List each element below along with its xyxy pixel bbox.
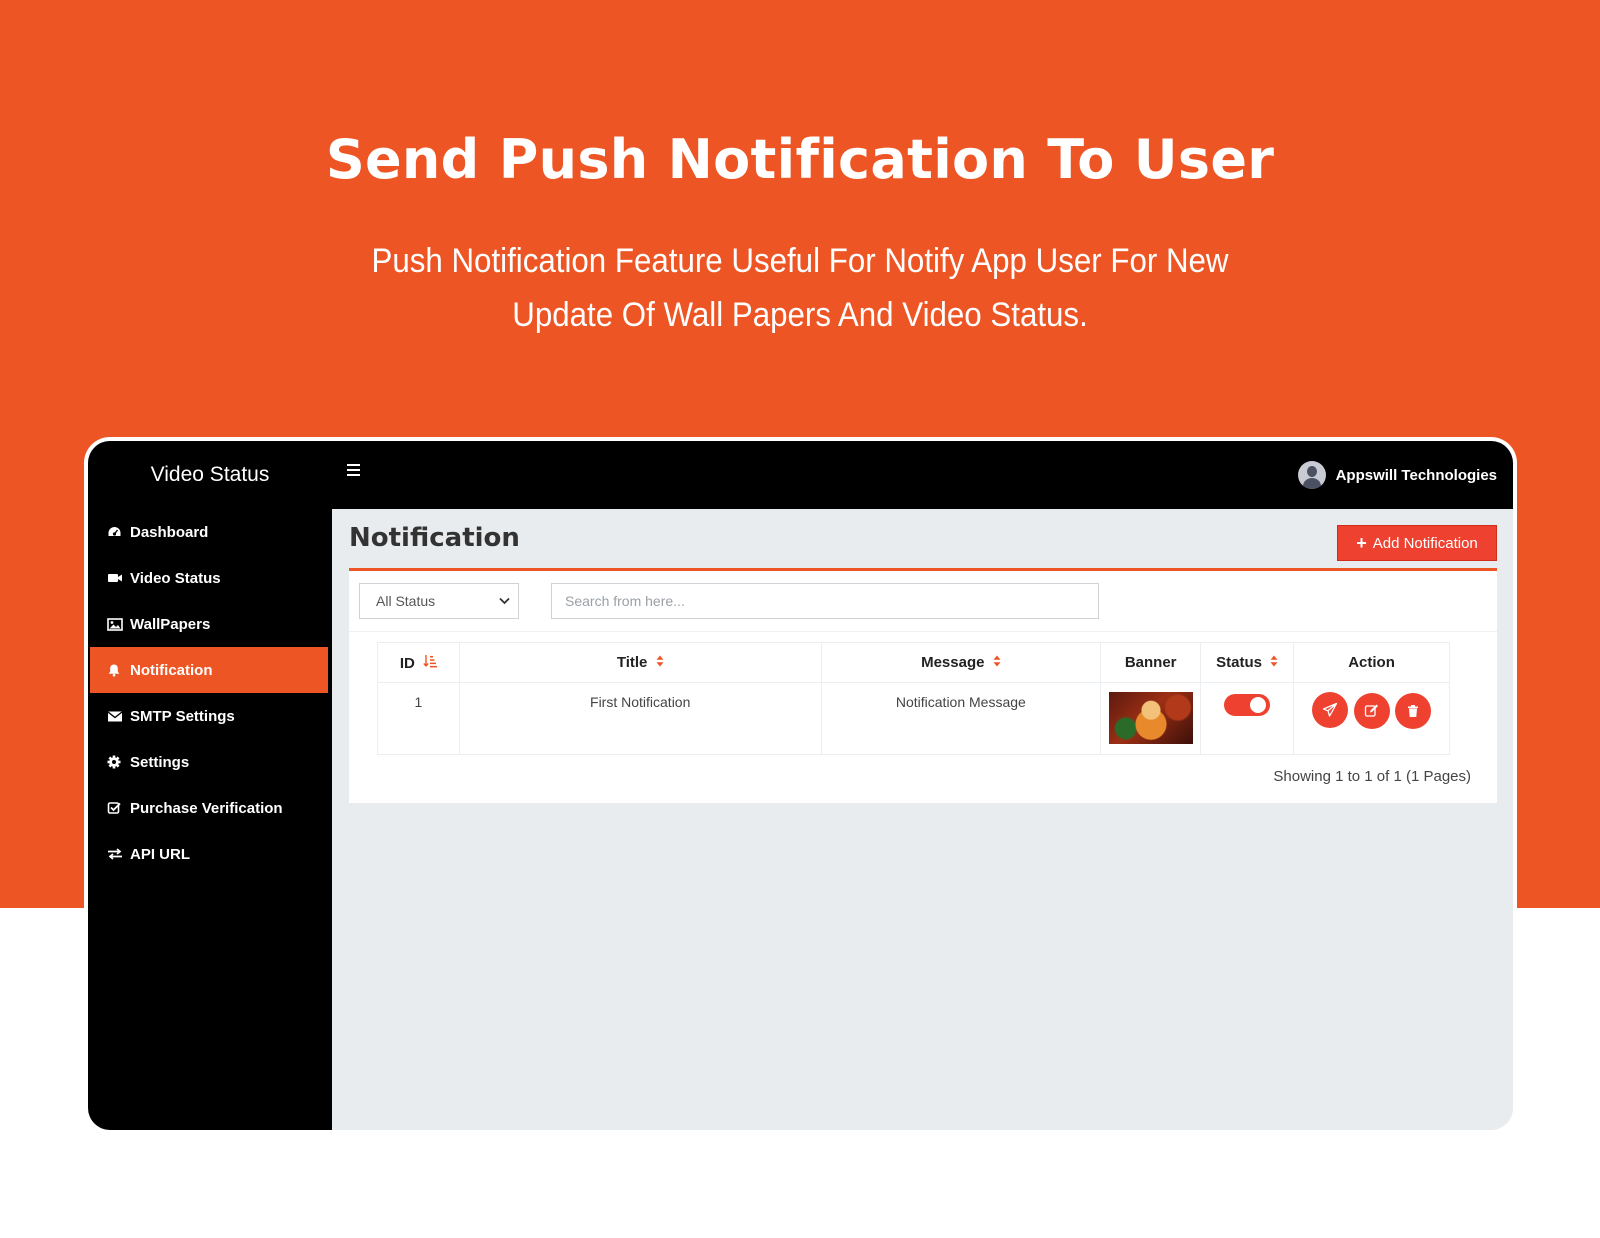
table-row: 1 First Notification Notification Messag…	[377, 682, 1450, 755]
cell-action	[1293, 682, 1450, 755]
pagination-summary: Showing 1 to 1 of 1 (1 Pages)	[1273, 768, 1471, 785]
sidebar-item-smtp-settings[interactable]: SMTP Settings	[90, 693, 328, 739]
table-header-row: ID Title Message Banner Status Action	[377, 642, 1450, 683]
hero-title: Send Push Notification To User	[325, 128, 1275, 191]
avatar	[1297, 461, 1326, 489]
add-notification-label: Add Notification	[1372, 534, 1478, 552]
column-header-title[interactable]: Title	[458, 642, 822, 683]
sidebar: Dashboard Video Status WallPapers Notifi…	[88, 509, 332, 1130]
video-icon	[107, 571, 123, 585]
sidebar-item-wallpapers[interactable]: WallPapers	[90, 601, 328, 647]
notification-panel: All Status ID	[349, 571, 1497, 803]
sidebar-item-label: Settings	[130, 753, 190, 771]
cell-status	[1200, 682, 1295, 755]
sort-icon	[1270, 655, 1278, 670]
column-header-id[interactable]: ID	[377, 642, 460, 683]
edit-icon	[1364, 704, 1379, 717]
trash-icon	[1408, 705, 1419, 717]
status-filter-value: All Status	[376, 593, 436, 609]
gear-icon	[107, 755, 123, 769]
column-header-label: ID	[399, 654, 415, 672]
sidebar-item-label: API URL	[130, 845, 190, 863]
column-header-label: Banner	[1124, 654, 1177, 671]
sidebar-item-video-status[interactable]: Video Status	[90, 555, 328, 601]
app-brand[interactable]: Video Status	[88, 441, 332, 509]
column-header-banner: Banner	[1100, 642, 1202, 683]
plus-icon: +	[1356, 532, 1367, 553]
hamburger-icon-svg	[347, 464, 360, 476]
envelope-icon	[107, 709, 123, 723]
status-toggle[interactable]	[1224, 694, 1271, 716]
column-header-label: Status	[1216, 654, 1262, 671]
check-square-icon	[107, 801, 123, 815]
column-header-action: Action	[1293, 642, 1450, 683]
sidebar-item-label: Notification	[130, 661, 213, 679]
search-input[interactable]	[551, 583, 1099, 619]
sidebar-item-label: WallPapers	[130, 615, 211, 633]
send-button[interactable]	[1311, 692, 1348, 728]
chevron-down-icon	[499, 594, 510, 608]
sidebar-item-settings[interactable]: Settings	[90, 739, 328, 785]
exchange-icon	[107, 847, 123, 861]
top-bar: Video Status Appswill Technologies	[88, 441, 1513, 509]
sort-icon	[656, 655, 664, 670]
sidebar-item-purchase-verification[interactable]: Purchase Verification	[90, 785, 328, 831]
column-header-status[interactable]: Status	[1200, 642, 1295, 683]
sidebar-item-dashboard[interactable]: Dashboard	[90, 509, 328, 555]
column-header-message[interactable]: Message	[820, 642, 1102, 683]
page-title: Notification	[349, 523, 520, 553]
cell-message: Notification Message	[820, 682, 1102, 755]
sort-icon	[993, 655, 1001, 670]
banner-image[interactable]	[1108, 692, 1193, 744]
cell-id: 1	[377, 682, 460, 755]
column-header-label: Title	[616, 654, 648, 671]
sidebar-item-notification[interactable]: Notification	[90, 647, 328, 693]
column-header-label: Message	[921, 654, 985, 671]
delete-button[interactable]	[1395, 693, 1432, 729]
main-content: Notification + Add Notification All Stat…	[332, 509, 1513, 1130]
add-notification-button[interactable]: + Add Notification	[1337, 525, 1497, 561]
sidebar-item-label: Purchase Verification	[130, 799, 283, 817]
edit-button[interactable]	[1353, 692, 1390, 729]
sort-asc-icon	[423, 654, 438, 671]
notification-table: ID Title Message Banner Status Action 1 …	[377, 642, 1450, 755]
hero-subtitle: Push Notification Feature Useful For Not…	[371, 242, 1229, 334]
user-name: Appswill Technologies	[1335, 466, 1497, 484]
sidebar-item-api-url[interactable]: API URL	[90, 831, 328, 877]
user-menu[interactable]: Appswill Technologies	[1297, 460, 1497, 490]
paper-plane-icon	[1322, 702, 1337, 717]
panel-divider	[349, 631, 1497, 632]
sidebar-item-label: SMTP Settings	[130, 707, 235, 725]
cell-title: First Notification	[458, 682, 822, 755]
hamburger-icon[interactable]	[346, 463, 364, 481]
status-filter-select[interactable]: All Status	[359, 583, 519, 619]
sidebar-item-label: Video Status	[130, 569, 221, 587]
app-screen: Video Status Appswill Technologies Dashb…	[88, 441, 1513, 1130]
device-frame: Video Status Appswill Technologies Dashb…	[84, 437, 1517, 1134]
dashboard-icon	[107, 525, 123, 539]
column-header-label: Action	[1348, 654, 1395, 671]
bell-icon	[107, 663, 123, 677]
cell-banner	[1100, 682, 1202, 755]
sidebar-item-label: Dashboard	[130, 523, 209, 541]
image-icon	[107, 617, 123, 631]
